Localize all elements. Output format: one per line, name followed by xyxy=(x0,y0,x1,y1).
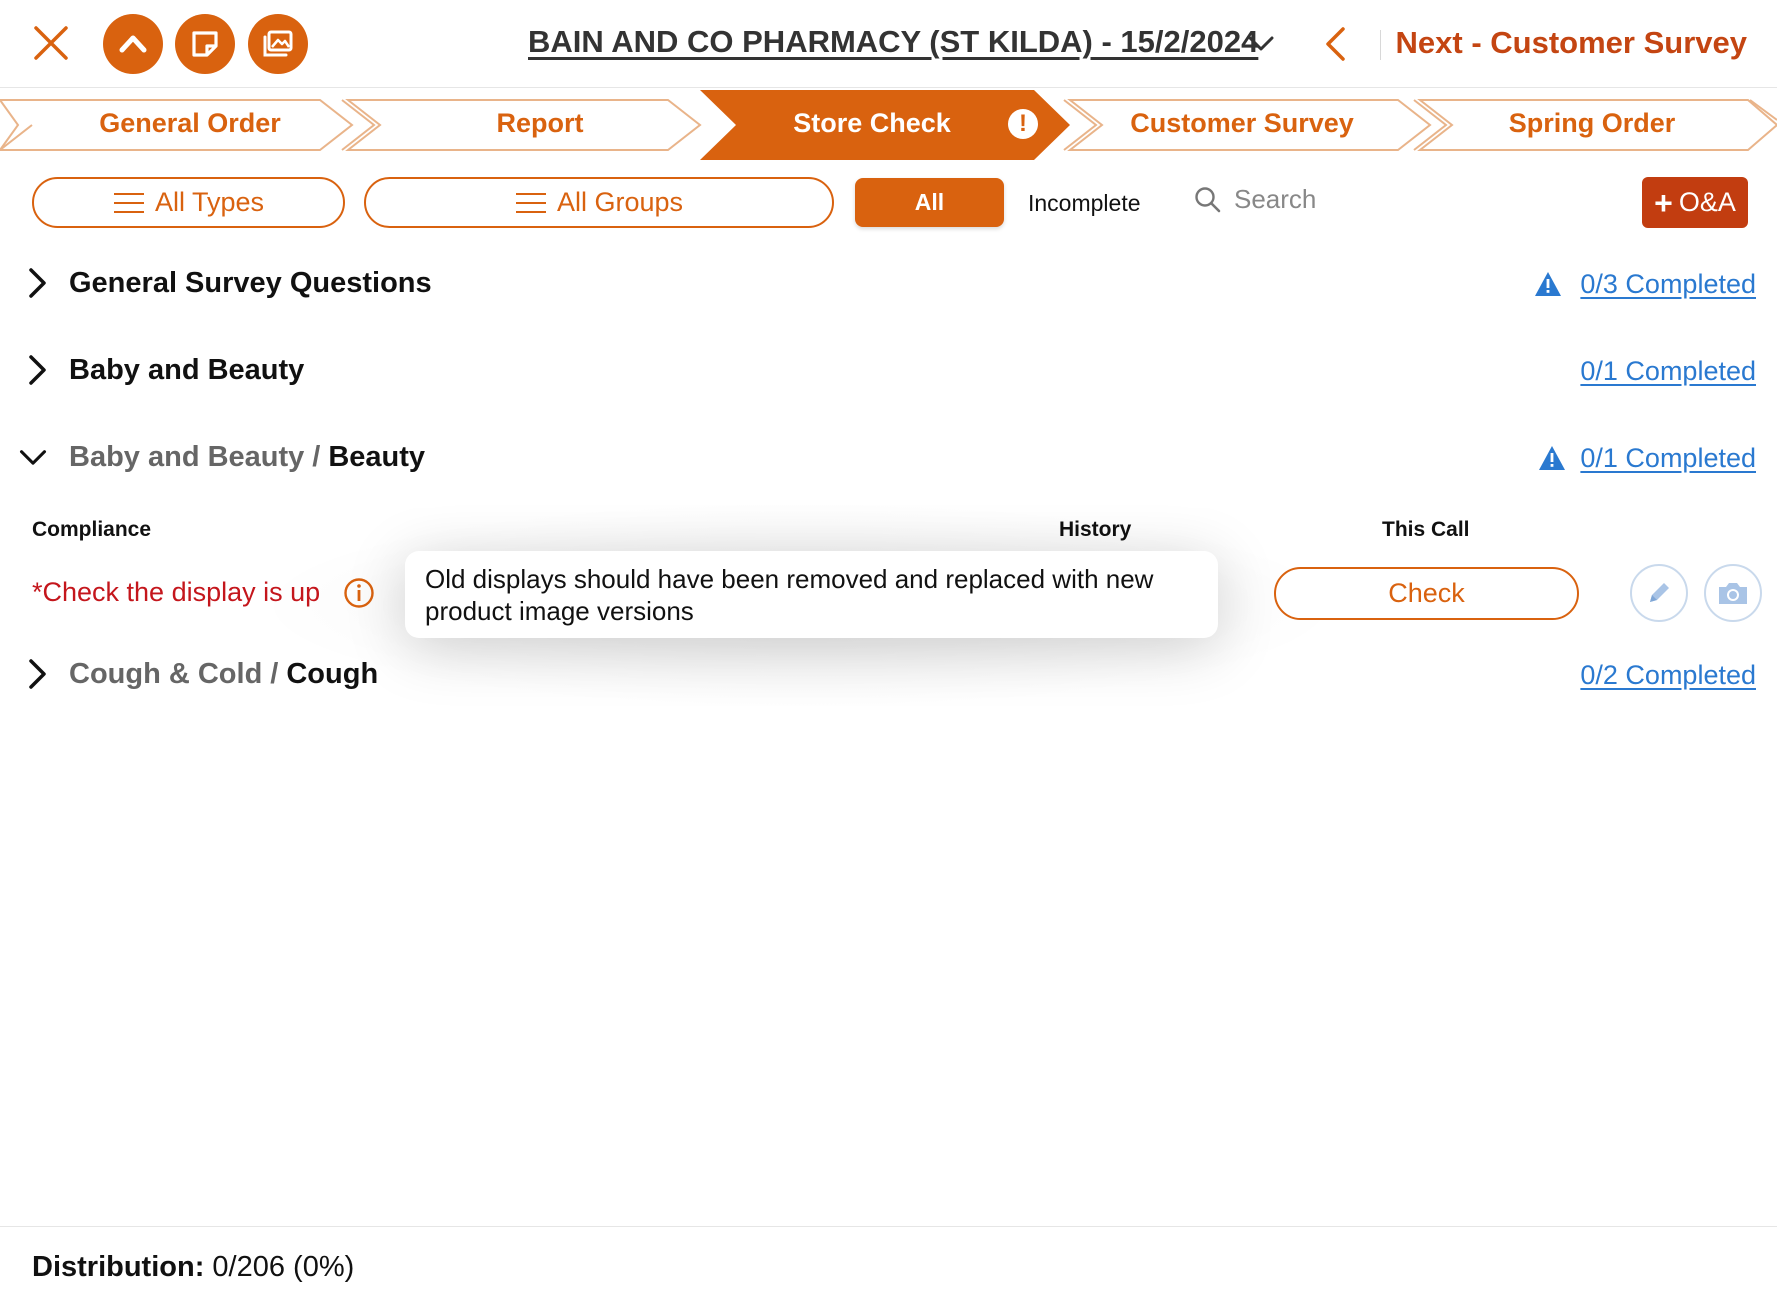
warning-icon xyxy=(1539,446,1565,470)
column-history: History xyxy=(1059,518,1132,541)
section-breadcrumb: Cough & Cold / Cough xyxy=(69,658,379,690)
completed-link[interactable]: 0/3 Completed xyxy=(1580,269,1756,300)
search-placeholder: Search xyxy=(1234,184,1317,214)
all-types-filter[interactable]: All Types xyxy=(32,177,345,228)
add-qa-button[interactable]: + O&A xyxy=(1642,177,1748,228)
footer-bar: Distribution: 0/206 (0%) xyxy=(0,1226,1777,1300)
completed-link[interactable]: 0/1 Completed xyxy=(1580,356,1756,387)
info-icon[interactable] xyxy=(343,577,375,609)
camera-icon xyxy=(1719,583,1747,604)
info-tooltip: Old displays should have been removed an… xyxy=(405,551,1218,638)
pencil-icon xyxy=(1650,583,1669,602)
close-icon[interactable] xyxy=(30,22,72,64)
filter-incomplete-button[interactable]: Incomplete xyxy=(1028,190,1141,217)
header-divider xyxy=(1380,30,1381,60)
alert-icon: ! xyxy=(1008,109,1038,139)
check-button[interactable]: Check xyxy=(1274,567,1579,620)
edit-button[interactable] xyxy=(1630,564,1688,622)
menu-lines-icon xyxy=(515,192,546,213)
section-breadcrumb: Baby and Beauty / Beauty xyxy=(69,441,426,473)
compliance-question: *Check the display is up xyxy=(32,577,321,607)
chevron-down-icon[interactable] xyxy=(1246,32,1276,56)
gallery-button[interactable] xyxy=(248,14,308,74)
chevron-right-icon xyxy=(29,268,46,298)
chevron-up-icon xyxy=(119,35,147,53)
store-visit-title[interactable]: BAIN AND CO PHARMACY (ST KILDA) - 15/2/2… xyxy=(528,24,1258,60)
tab-customer-survey[interactable]: Customer Survey xyxy=(1112,108,1372,139)
step-navigation: General Order Report Store Check ! Custo… xyxy=(0,90,1777,160)
filter-all-button[interactable]: All xyxy=(855,178,1004,227)
distribution-value: 0/206 (0%) xyxy=(212,1251,355,1283)
section-beauty[interactable]: Baby and Beauty / Beauty 0/1 Completed xyxy=(0,428,1777,488)
section-title: Baby and Beauty xyxy=(69,354,305,386)
distribution-summary: Distribution: 0/206 (0%) xyxy=(32,1251,354,1284)
section-title: General Survey Questions xyxy=(69,267,432,299)
tab-store-check[interactable]: Store Check xyxy=(758,108,986,139)
chevron-right-icon xyxy=(29,355,46,385)
distribution-label: Distribution: xyxy=(32,1251,205,1283)
section-baby-and-beauty[interactable]: Baby and Beauty 0/1 Completed xyxy=(0,341,1777,401)
note-icon xyxy=(192,31,218,57)
scroll-up-button[interactable] xyxy=(103,14,163,74)
header-bar: BAIN AND CO PHARMACY (ST KILDA) - 15/2/2… xyxy=(0,0,1777,88)
all-groups-filter[interactable]: All Groups xyxy=(364,177,834,228)
all-types-label: All Types xyxy=(154,187,265,217)
tab-general-order[interactable]: General Order xyxy=(60,108,320,139)
all-groups-label: All Groups xyxy=(556,187,684,217)
completed-link[interactable]: 0/2 Completed xyxy=(1580,660,1756,691)
completed-link[interactable]: 0/1 Completed xyxy=(1580,443,1756,474)
search-icon xyxy=(1195,186,1221,212)
search-input[interactable]: Search xyxy=(1194,184,1316,215)
plus-icon: + xyxy=(1654,184,1673,221)
chevron-left-icon[interactable] xyxy=(1322,24,1348,64)
tab-spring-order[interactable]: Spring Order xyxy=(1462,108,1722,139)
notes-button[interactable] xyxy=(175,14,235,74)
tab-report[interactable]: Report xyxy=(410,108,670,139)
section-cough[interactable]: Cough & Cold / Cough 0/2 Completed xyxy=(0,645,1777,705)
column-compliance: Compliance xyxy=(32,518,152,541)
gallery-icon xyxy=(263,30,293,57)
chevron-right-icon xyxy=(29,659,46,689)
column-this-call: This Call xyxy=(1382,518,1470,541)
chevron-down-icon xyxy=(19,450,47,465)
camera-button[interactable] xyxy=(1704,564,1762,622)
add-qa-label: O&A xyxy=(1678,187,1736,217)
warning-icon xyxy=(1535,272,1561,296)
section-general-survey[interactable]: General Survey Questions 0/3 Completed xyxy=(0,254,1777,314)
next-step-link[interactable]: Next - Customer Survey xyxy=(1396,25,1747,61)
menu-lines-icon xyxy=(113,192,144,213)
